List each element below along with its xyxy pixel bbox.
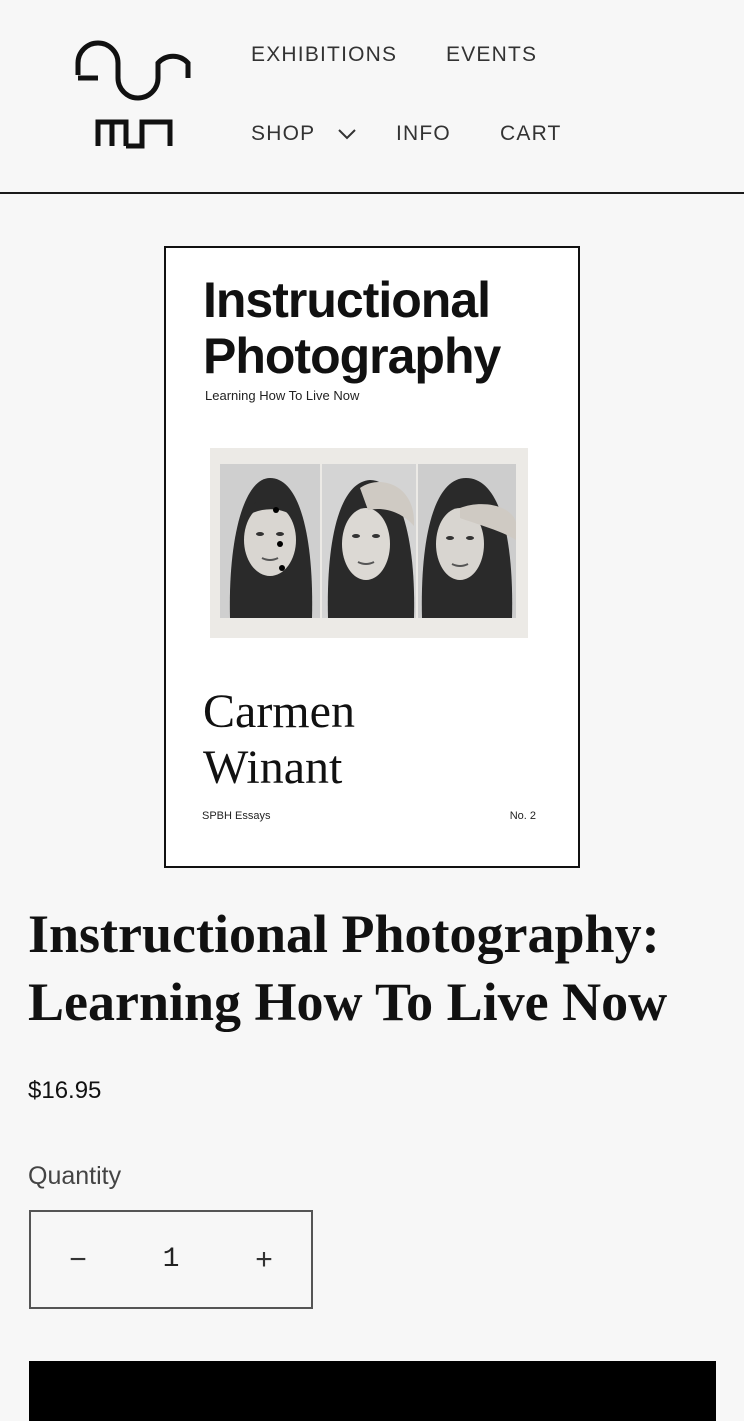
site-header: EXHIBITIONS EVENTS SHOP INFO CART <box>0 0 744 194</box>
nav-shop-label: SHOP <box>251 122 316 145</box>
cover-title-line1: Instructional <box>203 272 491 328</box>
add-to-cart-button[interactable] <box>29 1361 716 1421</box>
cover-subtitle: Learning How To Live Now <box>205 388 360 403</box>
cover-title-line2: Photography <box>203 328 501 384</box>
decrease-quantity-button[interactable]: − <box>31 1212 125 1307</box>
product-title: Instructional Photography: Learning How … <box>28 900 728 1036</box>
product-title-line2: Learning How To Live Now <box>28 972 668 1032</box>
quantity-stepper: − 1 + <box>29 1210 313 1309</box>
nav-shop[interactable]: SHOP <box>251 122 357 146</box>
chevron-down-icon <box>338 129 357 140</box>
quantity-label: Quantity <box>28 1162 122 1190</box>
product-title-line1: Instructional Photography: <box>28 904 660 964</box>
nav-exhibitions[interactable]: EXHIBITIONS <box>251 43 397 67</box>
cover-title: Instructional Photography <box>203 272 501 384</box>
cover-author-line2: Winant <box>203 741 343 794</box>
cover-author-line1: Carmen <box>203 685 355 738</box>
product-price: $16.95 <box>28 1077 102 1104</box>
site-logo[interactable] <box>74 38 194 152</box>
quantity-input[interactable]: 1 <box>125 1244 217 1275</box>
cover-series: SPBH Essays <box>202 810 271 822</box>
cover-photo-triptych <box>210 448 528 638</box>
nav-cart[interactable]: CART <box>500 122 562 146</box>
product-image[interactable]: Instructional Photography Learning How T… <box>164 246 580 868</box>
cover-author: Carmen Winant <box>203 684 355 796</box>
nav-events[interactable]: EVENTS <box>446 43 537 67</box>
cover-number: No. 2 <box>509 810 536 822</box>
increase-quantity-button[interactable]: + <box>217 1212 311 1307</box>
nav-info[interactable]: INFO <box>396 122 451 146</box>
